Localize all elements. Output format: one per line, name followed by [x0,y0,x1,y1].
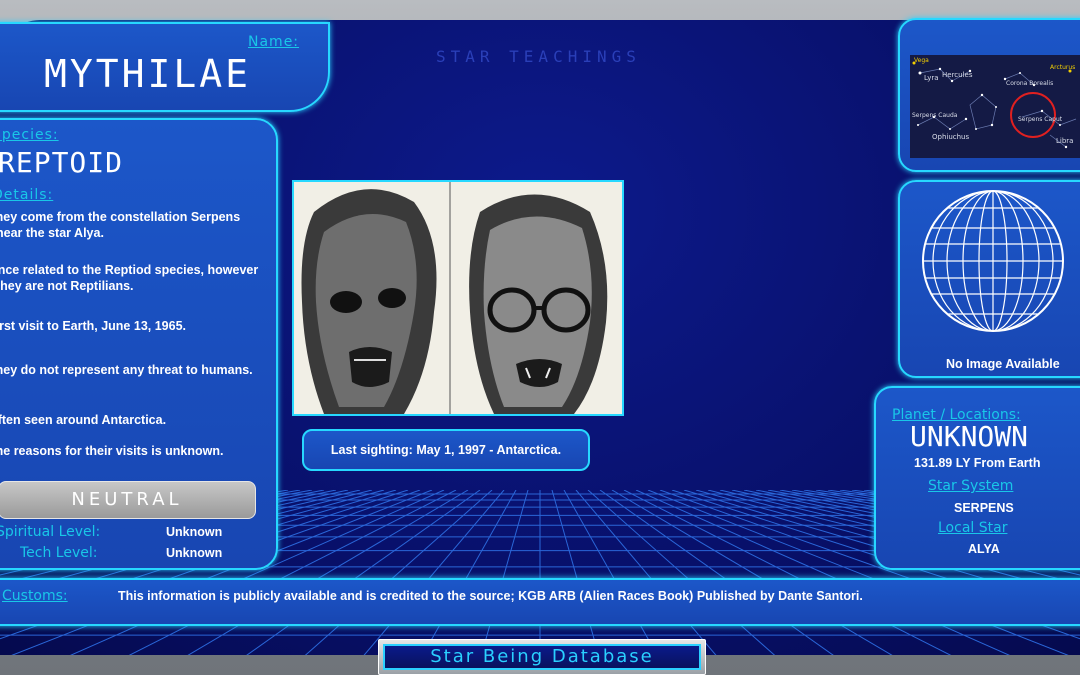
spiritual-level-value: Unknown [166,525,223,539]
detail-line-1: They come from the constellation Serpens… [0,210,241,240]
star-being-database-button[interactable]: Star Being Database [378,639,706,675]
local-star-label: Local Star [938,520,1008,536]
planet-value: UNKNOWN [910,420,1029,453]
star-map-label-lyra: Lyra [924,74,939,82]
customs-label: Customs: [2,588,68,604]
grid-line [480,490,529,655]
grid-line [363,490,505,655]
local-star-value: ALYA [968,542,1000,556]
app-frame: STAR TEACHINGS Name: MYTHILAE Species: R… [0,0,1080,675]
sketch-illustration [294,182,622,414]
alignment-neutral-button[interactable]: NEUTRAL [0,481,256,519]
star-map-label-libra: Libra [1056,137,1073,145]
detail-line-3: First visit to Earth, June 13, 1965. [0,319,186,333]
star-map-label-vega: Vega [914,57,929,64]
star-map-label-serpens-cauda: Serpens Cauda [912,112,958,119]
star-map-label-corona-borealis: Corona Borealis [1006,80,1053,87]
detail-line-2: Once related to the Reptiod species, how… [0,263,259,293]
grid-line [575,490,717,655]
globe-icon [922,190,1064,332]
star-system-label: Star System [928,478,1014,494]
detail-line-5: Often seen around Antarctica. [0,413,167,427]
species-value: REPTOID [0,146,124,179]
being-name: MYTHILAE [44,52,252,96]
star-map-graphic: Lyra Hercules Corona Borealis Serpens Ca… [910,55,1080,158]
spiritual-level-label: Spiritual Level: [0,524,101,540]
footer-title: Star Being Database [383,644,701,670]
distance-value: 131.89 LY From Earth [914,456,1041,470]
page-header-title: STAR TEACHINGS [436,47,641,66]
name-label: Name: [248,34,300,50]
star-map-label-ophiuchus: Ophiuchus [932,133,969,141]
star-map-label-hercules: Hercules [942,71,973,79]
star-map-label-arcturus: Arcturus [1050,64,1075,71]
customs-text: This information is publicly available a… [118,589,863,603]
detail-line-6: The reasons for their visits is unknown. [0,444,224,458]
species-label: Species: [0,127,59,143]
last-sighting-box: Last sighting: May 1, 1997 - Antarctica. [302,429,590,471]
details-label: Details: [0,187,54,203]
tech-level-label: Tech Level: [20,545,98,561]
tech-level-value: Unknown [166,546,223,560]
grid-line [551,490,600,655]
globe-caption: No Image Available [946,357,1060,371]
sketch-image [292,180,624,416]
detail-line-4: They do not represent any threat to huma… [0,363,253,377]
star-system-value: SERPENS [954,501,1014,515]
star-map-label-serpens-caput: Serpens Caput [1018,116,1063,123]
star-map-image: Lyra Hercules Corona Borealis Serpens Ca… [910,55,1080,158]
